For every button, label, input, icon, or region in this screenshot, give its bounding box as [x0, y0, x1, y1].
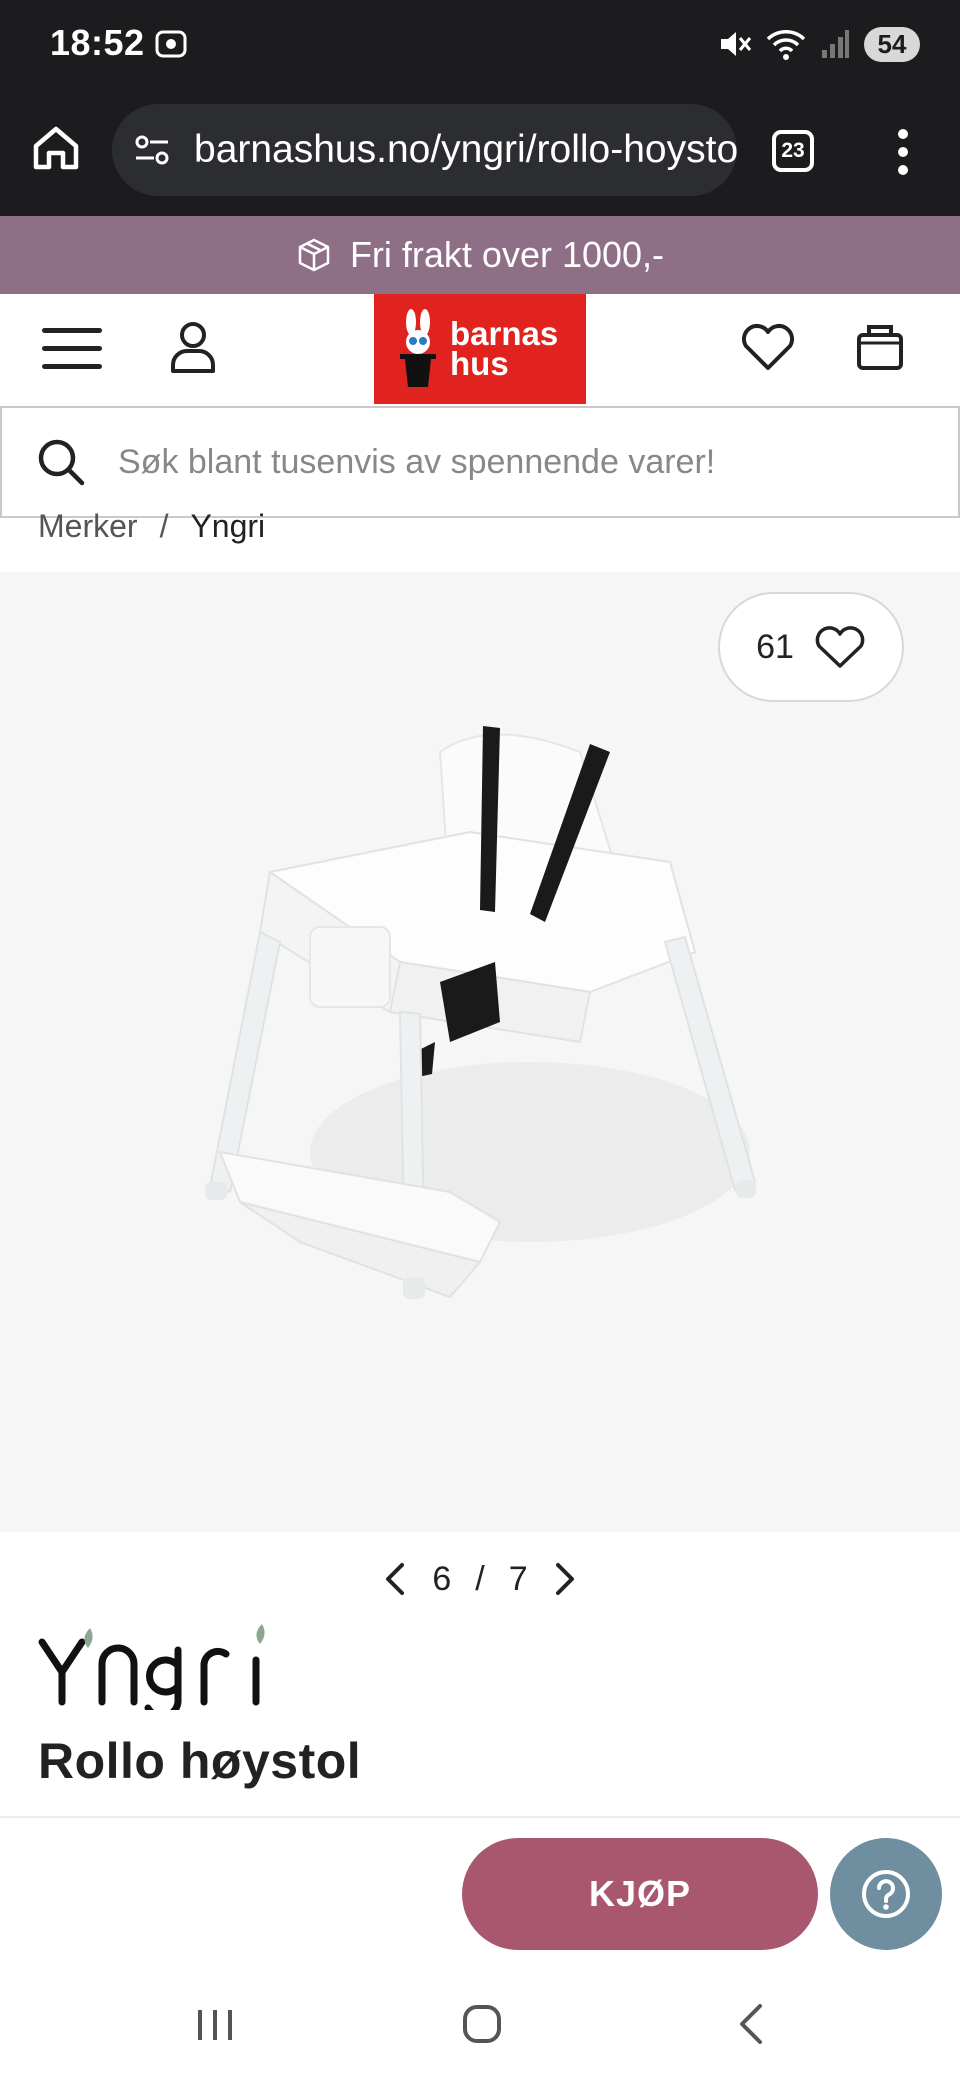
home-nav-icon[interactable] [462, 2004, 502, 2044]
logo-line2: hus [450, 345, 509, 382]
heart-icon [815, 626, 865, 668]
site-header: barnas hus [0, 294, 960, 404]
status-time: 18:52 [50, 22, 145, 63]
status-bar: 18:52 54 [0, 0, 960, 92]
gallery-pager: 6 / 7 [0, 1544, 960, 1614]
divider [0, 1816, 960, 1818]
pager-current: 6 [432, 1559, 452, 1598]
user-icon[interactable] [168, 320, 218, 374]
wifi-icon [766, 30, 806, 60]
favorites-count: 61 [756, 627, 794, 666]
chevron-left-icon[interactable] [382, 1561, 408, 1597]
help-button[interactable] [830, 1838, 942, 1950]
menu-icon[interactable] [42, 326, 102, 372]
package-icon [298, 238, 330, 272]
breadcrumb: Merker / Yngri [38, 508, 265, 545]
chevron-right-icon[interactable] [552, 1561, 578, 1597]
browser-toolbar: barnashus.no/yngri/rollo-hoystol 23 [0, 92, 960, 216]
product-gallery[interactable]: 61 [0, 572, 960, 1532]
screen-record-icon [155, 30, 187, 58]
more-icon[interactable] [892, 126, 914, 178]
breadcrumb-separator: / [159, 508, 169, 544]
status-icons: 54 [718, 24, 920, 64]
pager-total: 7 [508, 1559, 528, 1598]
search-bar[interactable] [0, 406, 960, 518]
breadcrumb-parent[interactable]: Merker [38, 508, 138, 545]
signal-icon [822, 30, 849, 58]
system-nav-bar [0, 1970, 960, 2080]
logo-text: barnas hus [450, 317, 558, 382]
site-logo[interactable]: barnas hus [374, 294, 586, 404]
url-text[interactable]: barnashus.no/yngri/rollo-hoystol [194, 128, 737, 172]
promo-banner: Fri frakt over 1000,- [0, 216, 960, 294]
brand-logo[interactable] [36, 1620, 296, 1710]
wishlist-icon[interactable] [740, 320, 796, 372]
address-bar[interactable]: barnashus.no/yngri/rollo-hoystol [112, 104, 737, 196]
buy-button[interactable]: KJØP [462, 1838, 818, 1950]
breadcrumb-current[interactable]: Yngri [190, 508, 265, 545]
favorite-button[interactable]: 61 [718, 592, 904, 702]
help-icon [862, 1870, 910, 1918]
mute-icon [721, 32, 752, 56]
tabs-button[interactable]: 23 [772, 130, 814, 172]
recents-icon[interactable] [194, 2006, 236, 2044]
promo-text: Fri frakt over 1000,- [349, 234, 665, 275]
pager-separator: / [475, 1559, 485, 1598]
home-icon[interactable] [30, 122, 82, 174]
battery-level: 54 [864, 26, 920, 62]
cart-icon[interactable] [854, 318, 906, 372]
product-image [205, 726, 757, 1299]
search-icon[interactable] [36, 437, 86, 487]
product-title: Rollo høystol [38, 1733, 362, 1789]
back-icon[interactable] [736, 2002, 766, 2046]
bunny-logo-icon [400, 309, 436, 387]
site-settings-icon[interactable] [132, 130, 172, 170]
search-input[interactable] [118, 442, 918, 482]
